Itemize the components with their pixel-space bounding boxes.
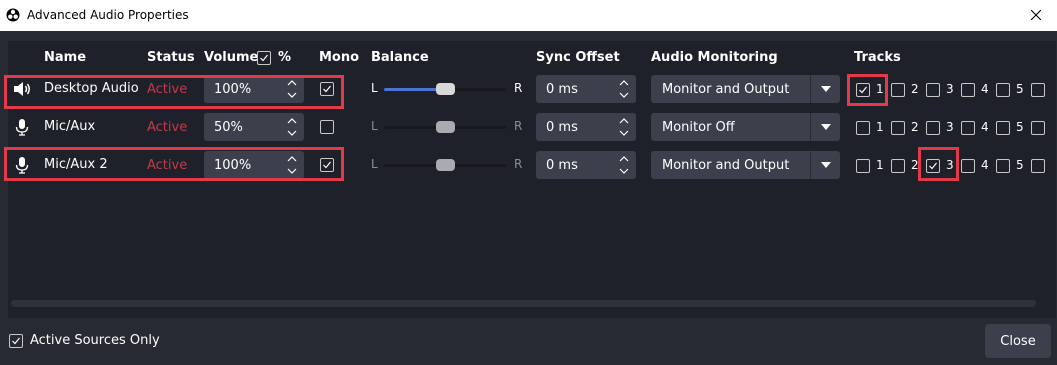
balance-slider[interactable]: L R: [371, 155, 523, 175]
balance-left-label: L: [371, 119, 378, 133]
balance-knob[interactable]: [436, 121, 455, 133]
track-2-label: 2: [911, 120, 919, 134]
chevron-down-icon[interactable]: [810, 151, 840, 179]
balance-left-label: L: [371, 81, 378, 95]
window-title: Advanced Audio Properties: [27, 8, 189, 22]
balance-slider[interactable]: L R: [371, 79, 523, 99]
header-sync-offset: Sync Offset: [536, 50, 620, 65]
volume-spinbox[interactable]: 50%: [204, 113, 304, 141]
track-2-checkbox[interactable]: [891, 159, 905, 173]
track-2-checkbox[interactable]: [891, 83, 905, 97]
track-1-label: 1: [876, 158, 884, 172]
track-3-label: 3: [946, 82, 954, 96]
track-5-label: 5: [1016, 120, 1024, 134]
spin-arrows-icon[interactable]: [612, 113, 636, 141]
microphone-icon: [15, 119, 29, 136]
header-volume: Volume: [204, 50, 259, 65]
header-name: Name: [44, 50, 87, 65]
track-4-checkbox[interactable]: [961, 159, 975, 173]
close-icon[interactable]: [1025, 5, 1047, 25]
track-1-checkbox[interactable]: [856, 121, 870, 135]
monitoring-value: Monitor and Output: [662, 158, 790, 173]
balance-right-label: R: [514, 119, 523, 133]
sync-value: 0 ms: [546, 82, 578, 97]
track-2-checkbox[interactable]: [891, 121, 905, 135]
mono-checkbox[interactable]: [320, 120, 334, 134]
monitoring-value: Monitor Off: [662, 120, 735, 135]
title-bar: Advanced Audio Properties: [0, 0, 1057, 31]
horizontal-scrollbar[interactable]: [11, 300, 1036, 307]
source-status: Active: [147, 120, 188, 135]
track-3-label: 3: [946, 120, 954, 134]
track-5-checkbox[interactable]: [996, 159, 1010, 173]
track-1-label: 1: [876, 120, 884, 134]
header-balance: Balance: [371, 50, 429, 65]
highlight-box-desktop-audio: [4, 75, 344, 109]
volume-value: 50%: [214, 120, 243, 135]
chevron-down-icon[interactable]: [810, 113, 840, 141]
track-6-checkbox[interactable]: [1031, 159, 1045, 173]
track-4-label: 4: [981, 82, 989, 96]
balance-slider[interactable]: L R: [371, 117, 523, 137]
highlight-box-mic-aux-2: [4, 147, 344, 181]
header-tracks: Tracks: [854, 50, 901, 65]
track-5-label: 5: [1016, 158, 1024, 172]
sync-value: 0 ms: [546, 158, 578, 173]
spin-arrows-icon[interactable]: [612, 151, 636, 179]
highlight-box-track-3: [918, 147, 959, 181]
track-2-label: 2: [911, 82, 919, 96]
track-6-checkbox[interactable]: [1031, 83, 1045, 97]
sync-offset-spinbox[interactable]: 0 ms: [536, 113, 636, 141]
active-sources-only-label: Active Sources Only: [30, 333, 160, 348]
header-mono: Mono: [319, 50, 360, 65]
chevron-down-icon[interactable]: [810, 75, 840, 103]
track-4-checkbox[interactable]: [961, 121, 975, 135]
monitoring-select[interactable]: Monitor and Output: [651, 75, 840, 103]
track-5-label: 5: [1016, 82, 1024, 96]
highlight-box-track-1: [847, 74, 888, 106]
monitoring-select[interactable]: Monitor Off: [651, 113, 840, 141]
monitoring-value: Monitor and Output: [662, 82, 790, 97]
track-3-checkbox[interactable]: [926, 83, 940, 97]
track-4-label: 4: [981, 158, 989, 172]
spin-arrows-icon[interactable]: [612, 75, 636, 103]
balance-right-label: R: [514, 81, 523, 95]
balance-left-label: L: [371, 157, 378, 171]
track-1-checkbox[interactable]: [856, 159, 870, 173]
header-volume-percent: %: [278, 50, 292, 65]
track-5-checkbox[interactable]: [996, 83, 1010, 97]
header-status: Status: [147, 50, 195, 65]
sync-offset-spinbox[interactable]: 0 ms: [536, 151, 636, 179]
monitoring-select[interactable]: Monitor and Output: [651, 151, 840, 179]
balance-knob[interactable]: [436, 159, 455, 171]
source-name: Mic/Aux: [44, 119, 96, 134]
track-4-label: 4: [981, 120, 989, 134]
sync-offset-spinbox[interactable]: 0 ms: [536, 75, 636, 103]
volume-percent-checkbox[interactable]: [257, 51, 271, 65]
track-5-checkbox[interactable]: [996, 121, 1010, 135]
balance-knob[interactable]: [436, 83, 455, 95]
track-3-checkbox[interactable]: [926, 121, 940, 135]
close-button[interactable]: Close: [985, 324, 1051, 358]
spin-arrows-icon[interactable]: [280, 113, 304, 141]
sync-value: 0 ms: [546, 120, 578, 135]
obs-logo-icon: [6, 8, 20, 22]
active-sources-only-checkbox[interactable]: [9, 334, 23, 348]
header-audio-monitoring: Audio Monitoring: [651, 50, 778, 65]
track-6-checkbox[interactable]: [1031, 121, 1045, 135]
balance-right-label: R: [514, 157, 523, 171]
track-4-checkbox[interactable]: [961, 83, 975, 97]
